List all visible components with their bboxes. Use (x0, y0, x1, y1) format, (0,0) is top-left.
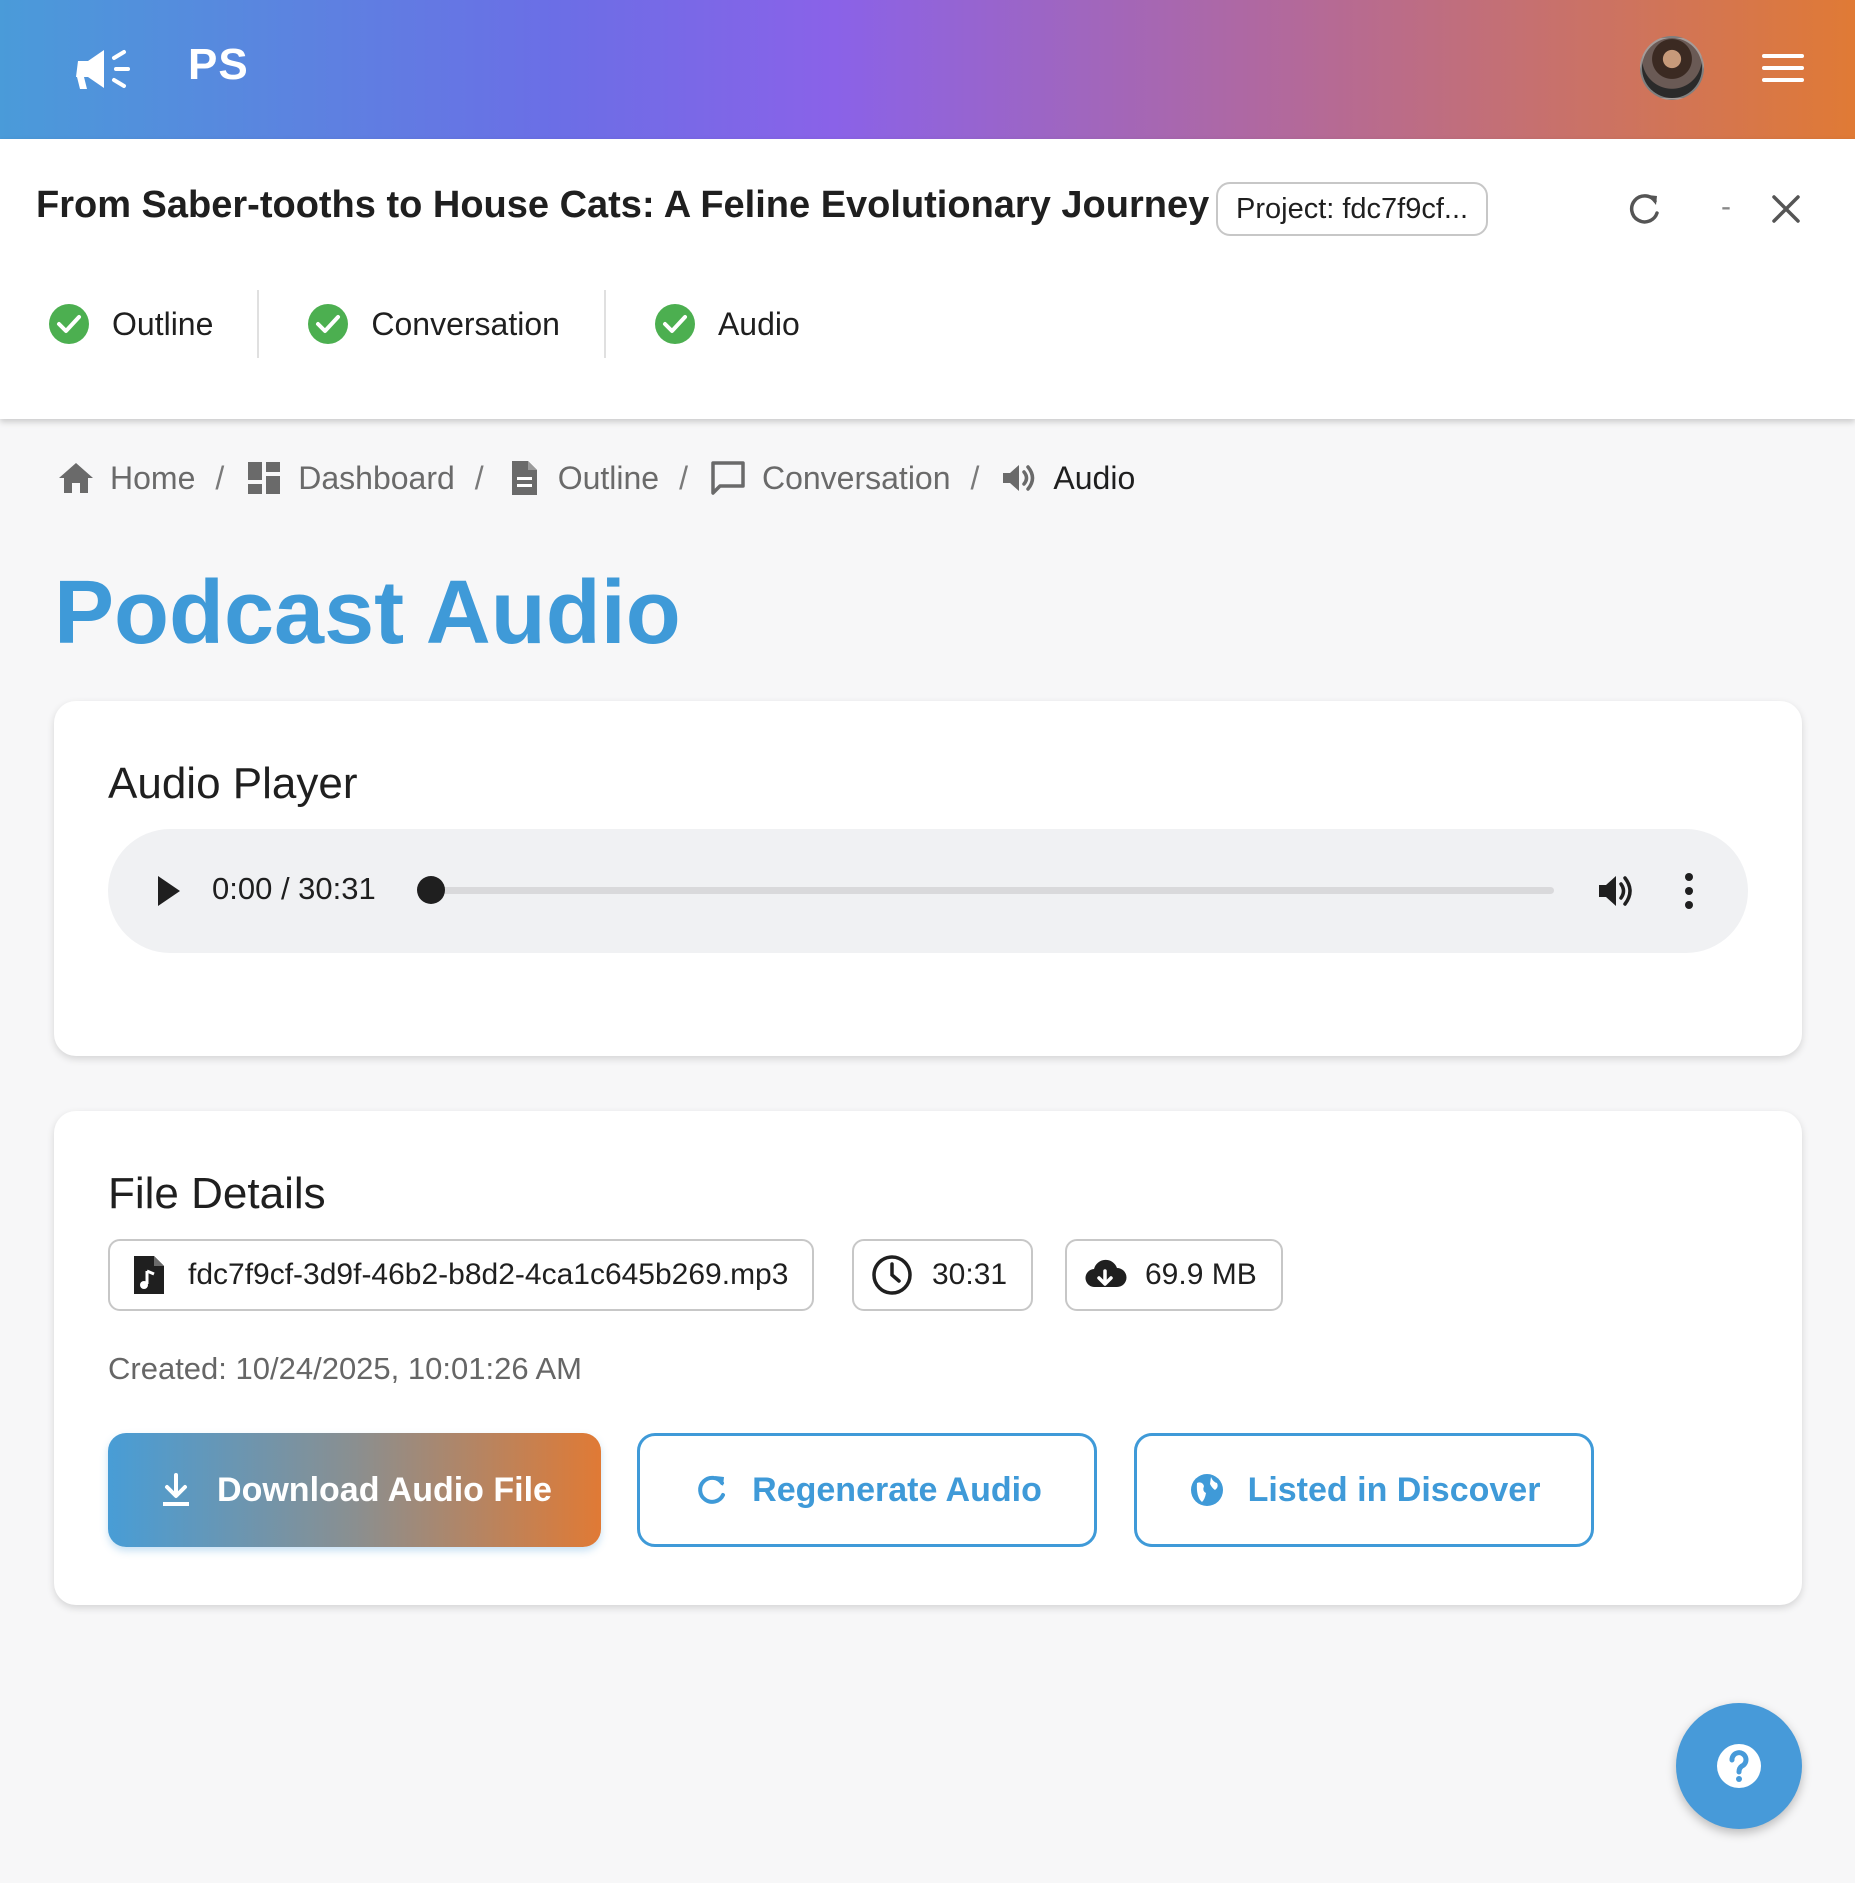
breadcrumb: Home / Dashboard / Outline / Conversatio… (56, 458, 1135, 498)
breadcrumb-separator: / (215, 459, 225, 496)
check-circle-icon (49, 304, 89, 344)
play-icon[interactable] (154, 872, 182, 910)
volume-icon[interactable] (1596, 871, 1638, 911)
progress-steps: Outline Conversation Audio (44, 289, 844, 359)
filename-text: fdc7f9cf-3d9f-46b2-b8d2-4ca1c645b269.mp3 (188, 1258, 789, 1291)
help-icon (1717, 1744, 1761, 1788)
user-avatar[interactable] (1640, 36, 1704, 100)
breadcrumb-separator: / (970, 459, 980, 496)
step-divider (603, 290, 606, 358)
megaphone-icon[interactable] (74, 44, 132, 94)
playback-time: 0:00 / 30:31 (212, 871, 376, 906)
file-size-text: 69.9 MB (1145, 1258, 1257, 1291)
step-label: Conversation (371, 305, 560, 342)
step-outline[interactable]: Outline (44, 289, 257, 359)
check-circle-icon (654, 304, 695, 344)
breadcrumb-conversation[interactable]: Conversation (708, 458, 951, 498)
more-options-icon[interactable] (1682, 871, 1696, 911)
refresh-icon (698, 1475, 726, 1504)
breadcrumb-dashboard[interactable]: Dashboard (244, 458, 455, 498)
hamburger-menu-icon[interactable] (1762, 52, 1804, 84)
breadcrumb-label[interactable]: Outline (558, 460, 659, 497)
filename-chip: fdc7f9cf-3d9f-46b2-b8d2-4ca1c645b269.mp3 (108, 1239, 815, 1311)
breadcrumb-label[interactable]: Conversation (762, 460, 951, 497)
project-id-chip: Project: fdc7f9cf... (1216, 182, 1489, 236)
breadcrumb-separator: / (679, 459, 688, 496)
close-icon[interactable] (1766, 189, 1806, 229)
seek-bar[interactable] (434, 887, 1554, 894)
step-divider (257, 290, 260, 358)
breadcrumb-outline[interactable]: Outline (504, 458, 659, 498)
download-audio-button[interactable]: Download Audio File (108, 1433, 601, 1547)
card-heading: File Details (108, 1169, 326, 1218)
speaker-icon (1003, 465, 1035, 491)
chat-icon (711, 461, 745, 495)
breadcrumb-label[interactable]: Dashboard (298, 460, 455, 497)
refresh-icon[interactable] (1624, 189, 1664, 229)
download-icon (163, 1473, 190, 1506)
button-label: Listed in Discover (1247, 1470, 1541, 1509)
duration-text: 30:31 (932, 1258, 1008, 1291)
card-heading: Audio Player (108, 759, 358, 808)
dashboard-icon (248, 462, 281, 494)
duration-chip: 30:31 (852, 1239, 1034, 1311)
app-bar: PS (0, 0, 1855, 139)
help-fab[interactable] (1676, 1703, 1802, 1829)
step-label: Outline (112, 305, 214, 342)
file-details-card: File Details fdc7f9cf-3d9f-46b2-b8d2-4ca… (54, 1111, 1802, 1605)
page-title: Podcast Audio (54, 563, 681, 663)
breadcrumb-label: Audio (1053, 459, 1136, 496)
created-timestamp: Created: 10/24/2025, 10:01:26 AM (108, 1351, 582, 1386)
step-conversation[interactable]: Conversation (303, 289, 604, 359)
audio-file-icon (134, 1256, 164, 1294)
cloud-download-icon (1085, 1259, 1127, 1288)
breadcrumb-audio: Audio (999, 458, 1135, 498)
button-label: Download Audio File (217, 1470, 552, 1509)
minimize-button[interactable]: - (1706, 189, 1746, 229)
breadcrumb-separator: / (474, 459, 484, 496)
document-icon (511, 461, 537, 495)
home-icon (59, 463, 93, 493)
step-label: Audio (717, 305, 800, 342)
listed-in-discover-button[interactable]: Listed in Discover (1134, 1433, 1594, 1547)
seek-handle[interactable] (417, 876, 445, 904)
brand-name[interactable]: PS (188, 40, 249, 90)
check-circle-icon (308, 304, 349, 344)
regenerate-audio-button[interactable]: Regenerate Audio (637, 1433, 1097, 1547)
clock-icon (872, 1255, 912, 1295)
breadcrumb-home[interactable]: Home (56, 458, 195, 498)
project-header: From Saber-tooths to House Cats: A Felin… (0, 139, 1855, 419)
audio-player-card: Audio Player 0:00 / 30:31 (54, 701, 1802, 1056)
step-audio[interactable]: Audio (650, 289, 844, 359)
globe-icon (1190, 1474, 1223, 1506)
button-label: Regenerate Audio (752, 1470, 1042, 1509)
project-title: From Saber-tooths to House Cats: A Felin… (36, 184, 1210, 226)
file-size-chip: 69.9 MB (1065, 1239, 1283, 1311)
audio-player: 0:00 / 30:31 (108, 829, 1748, 953)
breadcrumb-label[interactable]: Home (110, 460, 195, 497)
